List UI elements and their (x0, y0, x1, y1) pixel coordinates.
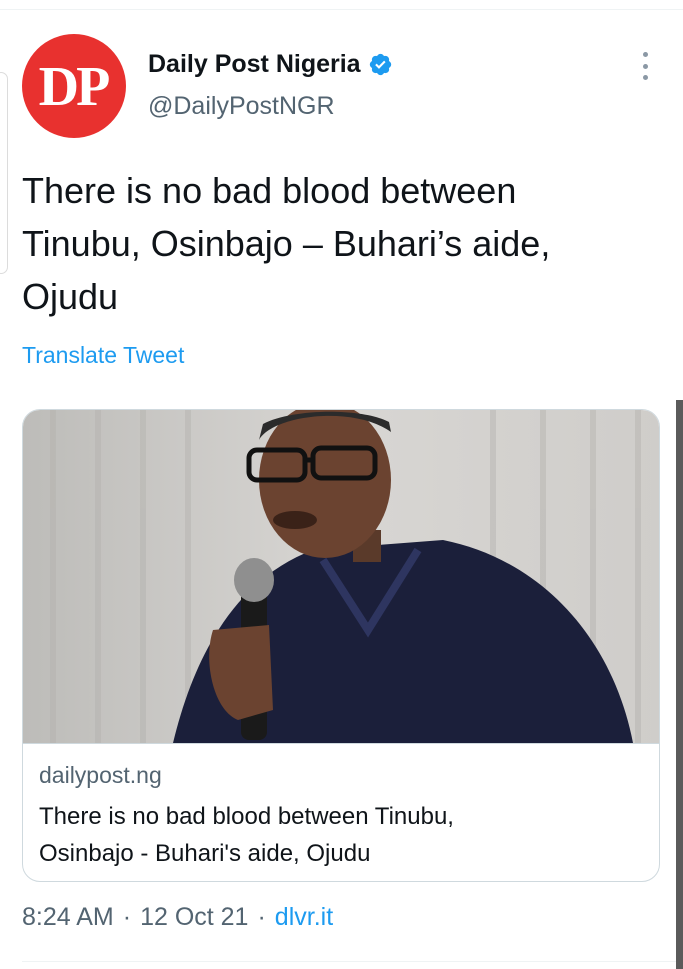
card-domain: dailypost.ng (39, 762, 162, 788)
article-photo[interactable] (23, 410, 660, 743)
tweet-text-line: Ojudu (22, 276, 119, 317)
bottom-divider (22, 961, 683, 962)
author-name-row: Daily Post Nigeria (148, 44, 393, 84)
tweet-time[interactable]: 8:24 AM (22, 903, 114, 932)
tweet-meta: 8:24 AM · 12 Oct 21 · dlvr.it (22, 903, 333, 932)
top-divider (0, 9, 683, 10)
avatar[interactable]: DP (22, 34, 126, 138)
tweet-text-line: There is no bad blood between (22, 170, 517, 211)
tweet-date[interactable]: 12 Oct 21 (140, 903, 248, 932)
more-vertical-icon (642, 52, 648, 57)
meta-separator: · (257, 903, 266, 931)
tweet-text: There is no bad blood between Tinubu, Os… (22, 164, 662, 323)
tweet-page: DP Daily Post Nigeria @DailyPostNGR Ther… (0, 0, 683, 969)
meta-separator: · (122, 903, 132, 931)
previous-panel-edge (0, 72, 8, 274)
author-display-name[interactable]: Daily Post Nigeria (148, 50, 361, 79)
link-preview-card[interactable]: dailypost.ng There is no bad blood betwe… (22, 409, 660, 882)
card-divider (23, 743, 659, 744)
author-handle[interactable]: @DailyPostNGR (148, 92, 335, 121)
card-title-line: There is no bad blood between Tinubu, (39, 803, 454, 830)
more-options-button[interactable] (632, 50, 658, 82)
more-dot (642, 75, 648, 80)
avatar-logo-text: DP (38, 56, 111, 118)
tweet-source-link[interactable]: dlvr.it (275, 903, 333, 932)
scrollbar[interactable] (676, 400, 683, 969)
translate-tweet-link[interactable]: Translate Tweet (22, 342, 184, 369)
verified-badge-icon (369, 53, 391, 75)
card-title-line: Osinbajo - Buhari's aide, Ojudu (39, 840, 371, 867)
more-dot (642, 63, 648, 69)
card-title: There is no bad blood between Tinubu, Os… (39, 798, 639, 872)
tweet-text-line: Tinubu, Osinbajo – Buhari’s aide, (22, 223, 551, 264)
